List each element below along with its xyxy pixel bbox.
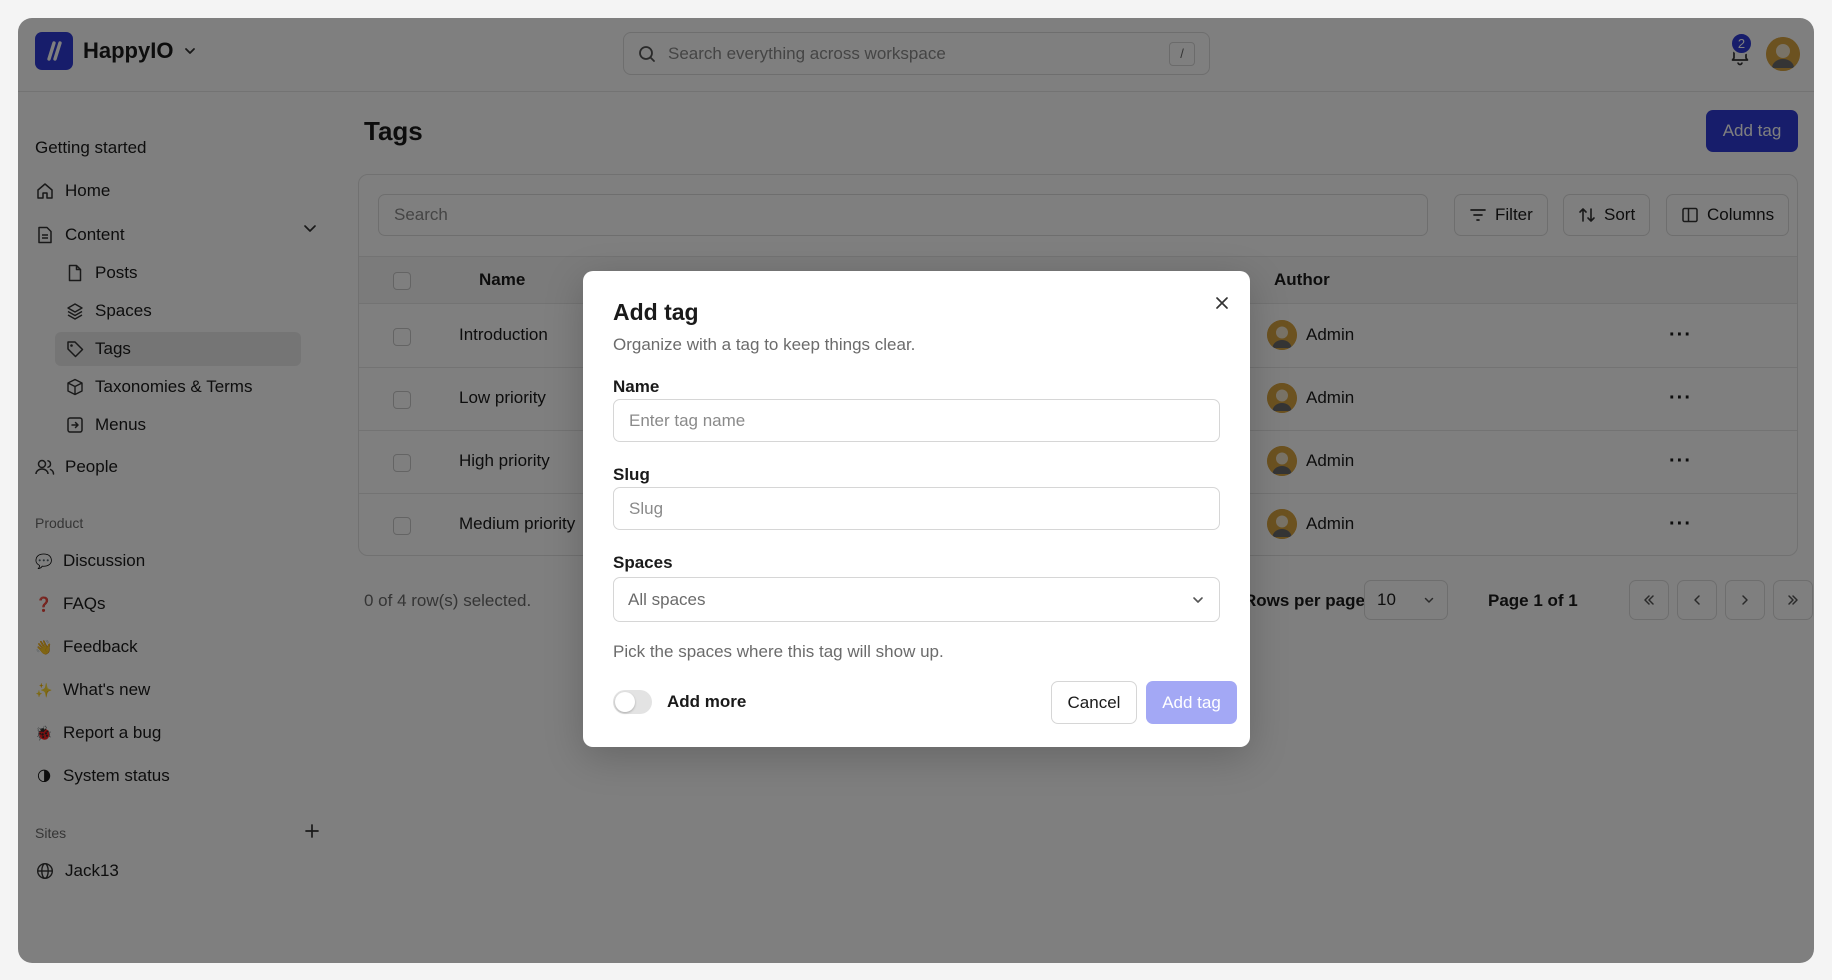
tag-name-placeholder: Enter tag name <box>629 410 746 430</box>
cancel-button[interactable]: Cancel <box>1051 681 1137 724</box>
add-tag-dialog: Add tag Organize with a tag to keep thin… <box>583 271 1250 747</box>
slug-input[interactable]: Slug <box>613 487 1220 530</box>
submit-add-tag-button[interactable]: Add tag <box>1146 681 1237 724</box>
add-more-toggle[interactable] <box>613 690 652 714</box>
spaces-select-value: All spaces <box>628 589 706 609</box>
dialog-title: Add tag <box>613 299 699 325</box>
dialog-description: Organize with a tag to keep things clear… <box>613 335 916 354</box>
add-more-label: Add more <box>667 692 747 711</box>
tag-name-input[interactable]: Enter tag name <box>613 399 1220 442</box>
slug-placeholder: Slug <box>629 498 664 518</box>
toggle-knob <box>615 692 635 712</box>
slug-label: Slug <box>613 465 650 484</box>
close-icon <box>1216 297 1228 309</box>
chevron-down-icon <box>1193 596 1203 603</box>
name-label: Name <box>613 377 660 396</box>
close-button[interactable] <box>1210 291 1234 315</box>
spaces-select[interactable]: All spaces <box>613 577 1220 622</box>
spaces-help-text: Pick the spaces where this tag will show… <box>613 642 944 661</box>
app-window: HappyIO Search everything across workspa… <box>18 18 1814 963</box>
spaces-label: Spaces <box>613 553 673 572</box>
